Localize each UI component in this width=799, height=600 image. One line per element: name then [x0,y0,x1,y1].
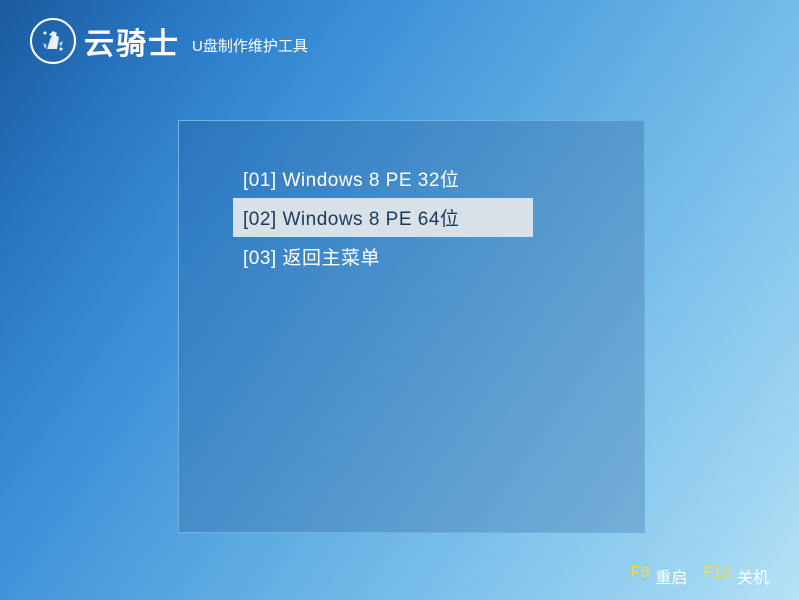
menu-item-win8pe-64[interactable]: [02] Windows 8 PE 64位 [233,198,533,237]
logo-subtitle: U盘制作维护工具 [192,35,308,56]
shortcut-key-shutdown: F10 [703,564,731,588]
menu-item-return-main[interactable]: [03] 返回主菜单 [233,237,533,276]
menu-item-win8pe-32[interactable]: [01] Windows 8 PE 32位 [233,159,533,198]
shortcut-label-restart: 重启 [655,564,687,588]
logo-text: 云骑士 [84,19,180,63]
logo-icon [30,18,76,64]
header: 云骑士 U盘制作维护工具 [30,18,308,64]
footer-shortcuts: F9 重启 F10 关机 [631,564,779,588]
knight-icon [37,25,69,57]
boot-menu-list: [01] Windows 8 PE 32位 [02] Windows 8 PE … [179,121,644,276]
shortcut-label-shutdown: 关机 [737,564,769,588]
shortcut-key-restart: F9 [631,564,650,588]
boot-menu-container: [01] Windows 8 PE 32位 [02] Windows 8 PE … [178,120,645,533]
